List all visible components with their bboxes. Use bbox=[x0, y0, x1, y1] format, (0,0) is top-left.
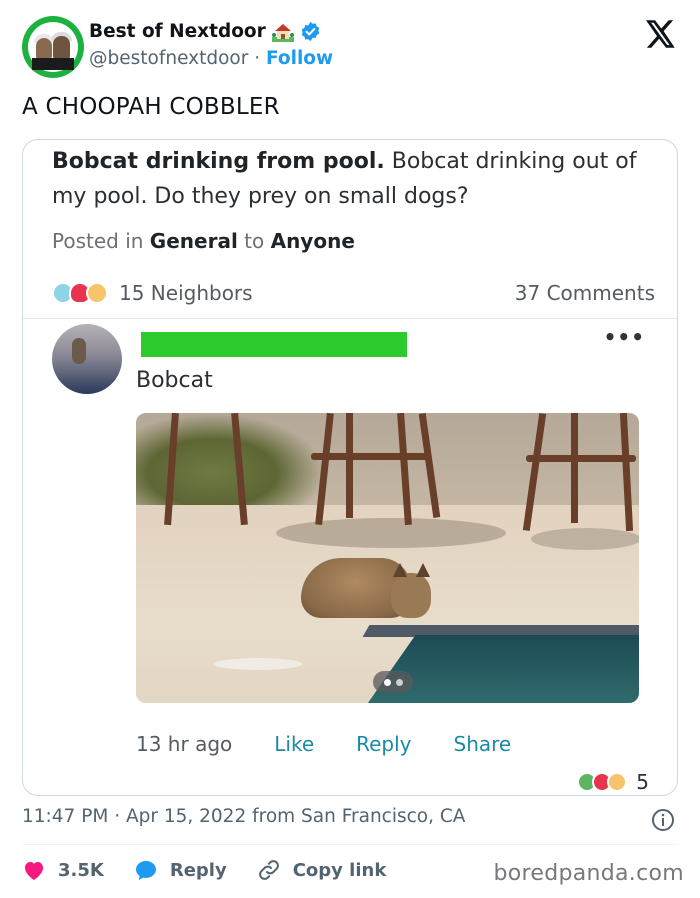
handle-separator: · bbox=[254, 48, 261, 69]
display-name[interactable]: Best of Nextdoor bbox=[89, 21, 266, 42]
reply-button[interactable]: Reply bbox=[134, 859, 227, 881]
more-options-icon: ••• bbox=[603, 325, 645, 349]
comment-text: Bobcat bbox=[136, 368, 213, 393]
account-avatar[interactable] bbox=[22, 16, 84, 78]
surprised-face-icon bbox=[86, 282, 108, 304]
account-handle[interactable]: @bestofnextdoor bbox=[89, 48, 248, 69]
action-bar: 3.5K Reply Copy link bbox=[22, 858, 416, 882]
verified-badge-icon bbox=[300, 21, 321, 42]
like-count: 3.5K bbox=[58, 859, 104, 881]
comment-reactions: 5 bbox=[577, 770, 649, 794]
commenter-avatar bbox=[52, 324, 122, 394]
post-title: Bobcat drinking from pool. bbox=[52, 149, 385, 174]
reply-label: Reply bbox=[169, 859, 227, 881]
x-logo-icon[interactable] bbox=[646, 20, 676, 48]
comment-actions: 13 hr ago Like Reply Share bbox=[136, 732, 553, 756]
redacted-commenter-name bbox=[141, 332, 407, 357]
comment-like-link: Like bbox=[274, 732, 315, 756]
house-with-garden-icon bbox=[271, 22, 294, 42]
comments-count: 37 Comments bbox=[514, 281, 655, 305]
handle-row: @bestofnextdoor · Follow bbox=[89, 48, 333, 69]
follow-button[interactable]: Follow bbox=[266, 48, 333, 69]
like-button[interactable]: 3.5K bbox=[22, 859, 104, 881]
post-reactions: 15 Neighbors bbox=[52, 281, 253, 305]
posted-to-label: to bbox=[244, 229, 265, 253]
post-audience: Anyone bbox=[270, 229, 355, 253]
neighbors-count: 15 Neighbors bbox=[119, 281, 253, 305]
copy-link-button[interactable]: Copy link bbox=[257, 858, 387, 882]
surprised-face-icon bbox=[607, 772, 628, 792]
posted-in-line: Posted in General to Anyone bbox=[52, 229, 355, 253]
watermark: boredpanda.com bbox=[493, 861, 684, 886]
post-category: General bbox=[149, 229, 238, 253]
footer-divider bbox=[22, 844, 678, 845]
post-divider bbox=[23, 318, 677, 319]
posted-in-prefix: Posted in bbox=[52, 229, 144, 253]
photo-pager bbox=[373, 671, 413, 693]
comment-share-link: Share bbox=[453, 732, 512, 756]
link-icon bbox=[258, 860, 279, 880]
speech-bubble-icon bbox=[135, 861, 156, 880]
bobcat-photo bbox=[136, 413, 639, 703]
tweet-text: A CHOOPAH COBBLER bbox=[22, 94, 280, 120]
account-name-row: Best of Nextdoor bbox=[89, 21, 321, 42]
comment-reply-link: Reply bbox=[356, 732, 412, 756]
comment-reaction-count: 5 bbox=[636, 770, 649, 794]
comment-time: 13 hr ago bbox=[136, 732, 233, 756]
info-icon[interactable] bbox=[651, 808, 675, 832]
tweet-timestamp[interactable]: 11:47 PM · Apr 15, 2022 from San Francis… bbox=[22, 806, 465, 827]
post-text: Bobcat drinking from pool. Bobcat drinki… bbox=[52, 144, 652, 214]
heart-icon bbox=[25, 862, 43, 880]
embedded-post-image[interactable]: Bobcat drinking from pool. Bobcat drinki… bbox=[22, 139, 678, 796]
copy-link-label: Copy link bbox=[292, 859, 387, 881]
